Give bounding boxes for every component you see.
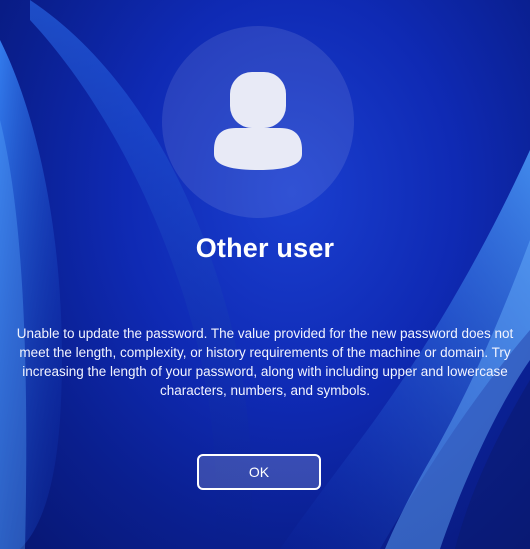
ok-button[interactable]: OK (197, 454, 321, 490)
user-icon (214, 72, 302, 170)
user-avatar (162, 26, 354, 218)
username-label: Other user (195, 233, 335, 263)
error-message: Unable to update the password. The value… (16, 326, 514, 398)
